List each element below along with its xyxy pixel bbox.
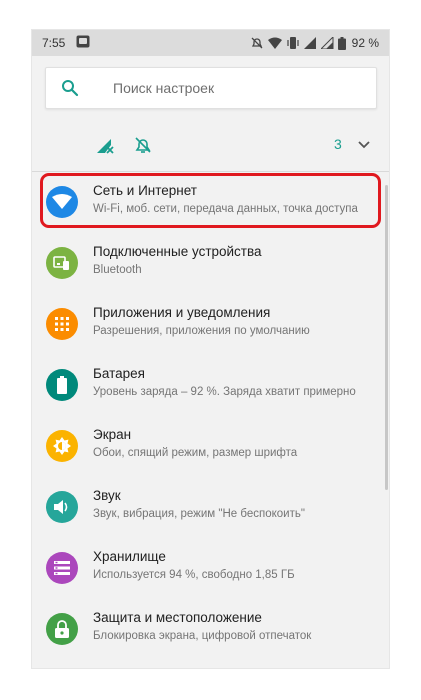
settings-item-subtitle: Блокировка экрана, цифровой отпечаток [93,630,312,642]
settings-item-subtitle: Звук, вибрация, режим "Не беспокоить" [93,508,305,520]
settings-item-title: Приложения и уведомления [93,305,271,320]
settings-item-title: Защита и местоположение [93,610,262,625]
phone-screen: 7:55 92 % Поиск настроек 3 Сеть и Интерн… [32,30,389,668]
wifi-status-icon [267,37,282,49]
night-mode-icon[interactable] [54,135,74,155]
notification-icon [76,35,90,48]
search-bar[interactable]: Поиск настроек [45,67,377,109]
scrollbar[interactable] [385,185,388,490]
chevron-down-icon[interactable] [357,137,371,151]
conditions-bar[interactable]: 3 [32,125,389,165]
battery-icon [46,369,78,401]
search-placeholder: Поиск настроек [113,80,215,96]
settings-item-storage[interactable]: Хранилище Используется 94 %, свободно 1,… [32,537,389,597]
settings-item-title: Батарея [93,366,145,381]
vibrate-icon [287,37,299,49]
settings-item-sound[interactable]: Звук Звук, вибрация, режим "Не беспокоит… [32,476,389,536]
settings-item-devices[interactable]: Подключенные устройства Bluetooth [32,232,389,292]
settings-item-subtitle: Используется 94 %, свободно 1,85 ГБ [93,569,295,581]
search-icon [62,80,79,97]
volume-icon [46,491,78,523]
settings-item-title: Звук [93,488,121,503]
signal-icon [303,37,316,49]
highlight-annotation [40,173,381,228]
conditions-count: 3 [334,136,342,152]
settings-item-title: Экран [93,427,132,442]
brightness-icon [46,430,78,462]
battery-percent: 92 % [351,36,379,50]
devices-icon [46,247,78,279]
signal-2-icon [320,37,334,49]
settings-item-subtitle: Разрешения, приложения по умолчанию [93,325,310,337]
settings-item-subtitle: Bluetooth [93,264,142,276]
apps-icon [46,308,78,340]
dnd-off-icon [251,37,263,49]
no-data-icon[interactable] [95,135,115,155]
battery-status-icon [337,36,346,50]
settings-item-security[interactable]: Защита и местоположение Блокировка экран… [32,598,389,658]
dnd-icon[interactable] [133,135,153,155]
lock-icon [46,613,78,645]
settings-item-title: Подключенные устройства [93,244,262,259]
settings-item-subtitle: Уровень заряда – 92 %. Заряда хватит при… [93,386,356,398]
storage-icon [46,552,78,584]
status-time: 7:55 [42,36,66,50]
settings-item-title: Хранилище [93,549,166,564]
settings-item-apps[interactable]: Приложения и уведомления Разрешения, при… [32,293,389,353]
settings-item-subtitle: Обои, спящий режим, размер шрифта [93,447,298,459]
status-bar: 7:55 92 % [32,30,389,56]
settings-item-display[interactable]: Экран Обои, спящий режим, размер шрифта [32,415,389,475]
settings-item-battery[interactable]: Батарея Уровень заряда – 92 %. Заряда хв… [32,354,389,414]
